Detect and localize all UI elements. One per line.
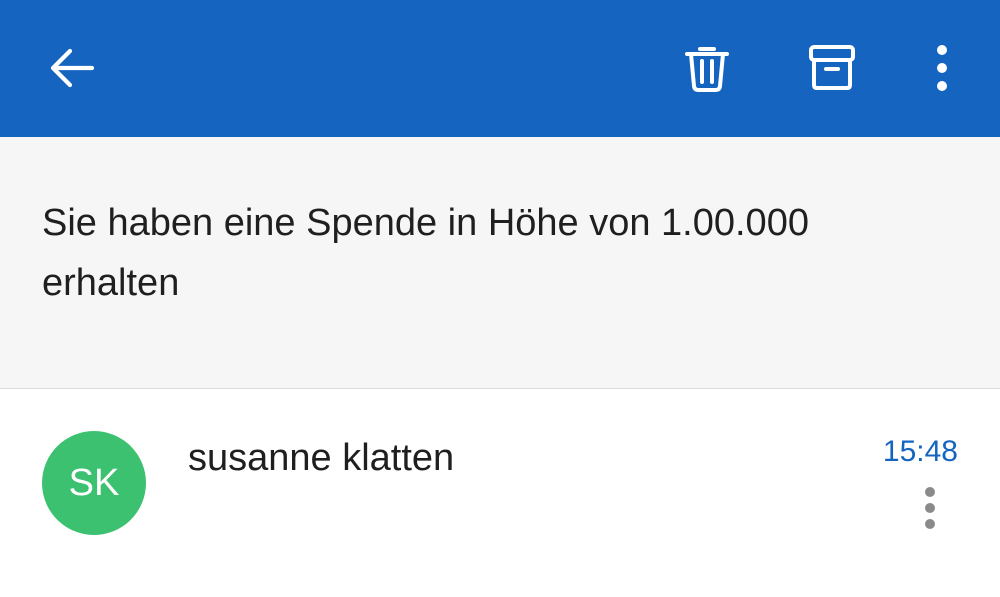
avatar-initials: SK <box>68 461 120 504</box>
trash-icon <box>685 47 729 92</box>
email-subject: Sie haben eine Spende in Höhe von 1.00.0… <box>42 202 809 304</box>
message-header-row[interactable]: SK susanne klatten 15:48 <box>0 389 1000 597</box>
sender-avatar[interactable]: SK <box>42 431 146 535</box>
message-more-button[interactable] <box>905 483 955 533</box>
more-options-button[interactable] <box>902 28 982 108</box>
more-vertical-icon <box>925 487 935 529</box>
delete-button[interactable] <box>667 28 747 108</box>
arrow-left-icon <box>50 48 95 88</box>
back-button[interactable] <box>32 28 112 108</box>
message-time: 15:48 <box>882 435 958 468</box>
more-vertical-icon <box>937 45 947 91</box>
subject-header: Sie haben eine Spende in Höhe von 1.00.0… <box>0 137 1000 389</box>
sender-name: susanne klatten <box>188 437 455 479</box>
archive-button[interactable] <box>792 28 872 108</box>
archive-icon <box>809 45 855 90</box>
top-toolbar <box>0 0 1000 137</box>
